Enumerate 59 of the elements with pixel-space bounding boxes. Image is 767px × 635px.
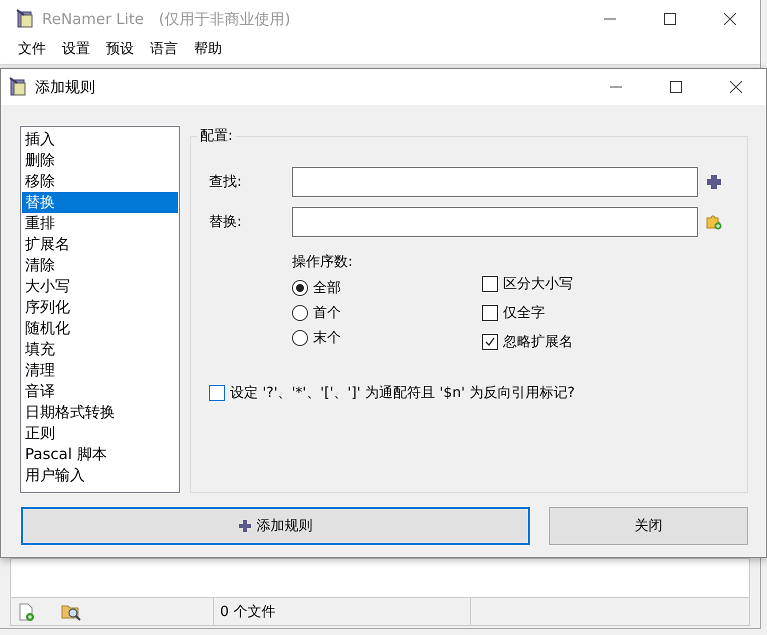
rule-item[interactable]: Pascal 脚本 <box>22 444 178 465</box>
check-icon <box>484 336 496 348</box>
section-label: 操作序数: <box>292 253 354 271</box>
rule-item[interactable]: 用户输入 <box>22 465 178 486</box>
rule-item[interactable]: 移除 <box>22 171 178 192</box>
close-button[interactable]: 关闭 <box>549 507 748 545</box>
rule-item[interactable]: 随机化 <box>22 318 178 339</box>
rule-item[interactable]: 扩展名 <box>22 234 178 255</box>
menu-item[interactable]: 语言 <box>142 38 186 64</box>
dialog-title: 添加规则 <box>35 78 96 96</box>
checkbox-label: 忽略扩展名 <box>503 332 573 350</box>
checkbox[interactable] <box>209 384 225 400</box>
maximize-icon[interactable] <box>664 13 676 25</box>
checkbox-label: 区分大小写 <box>503 274 573 292</box>
radio-label: 首个 <box>313 304 341 322</box>
input-field[interactable] <box>292 207 698 237</box>
rule-item[interactable]: 清除 <box>22 255 178 276</box>
checkbox[interactable] <box>482 304 498 320</box>
checkbox[interactable] <box>482 334 498 350</box>
rule-item[interactable]: 音译 <box>22 381 178 402</box>
add-file-icon[interactable] <box>17 602 35 620</box>
menu-item[interactable]: 帮助 <box>186 38 230 64</box>
window-title: ReNamer Lite (仅用于非商业使用) <box>42 10 292 28</box>
checkbox[interactable] <box>482 276 498 292</box>
rule-item[interactable]: 清理 <box>22 360 178 381</box>
field-label: 查找: <box>209 173 243 191</box>
rule-item[interactable]: 删除 <box>22 150 178 171</box>
rule-item[interactable]: 重排 <box>22 213 178 234</box>
radio-button[interactable] <box>292 330 308 346</box>
rule-item[interactable]: 插入 <box>22 129 178 150</box>
rule-item[interactable]: 日期格式转换 <box>22 402 178 423</box>
close-icon[interactable] <box>730 81 742 93</box>
close-icon[interactable] <box>724 13 736 25</box>
folder-search-icon[interactable] <box>61 602 81 620</box>
input-field[interactable] <box>292 167 698 197</box>
menu-item[interactable]: 设置 <box>54 38 98 64</box>
rule-item[interactable]: 填充 <box>22 339 178 360</box>
radio-label: 末个 <box>313 328 341 346</box>
app-icon <box>9 77 27 97</box>
rule-item[interactable]: 大小写 <box>22 276 178 297</box>
radio-button[interactable] <box>292 304 308 320</box>
app-icon <box>16 9 34 29</box>
radio-label: 全部 <box>313 278 341 296</box>
menu-item[interactable]: 文件 <box>10 38 54 64</box>
field-label: 替换: <box>209 213 243 231</box>
rule-item[interactable]: 序列化 <box>22 297 178 318</box>
rule-item[interactable]: 正则 <box>22 423 178 444</box>
plus-icon[interactable] <box>706 174 722 190</box>
add-rule-button[interactable]: 添加规则 <box>21 507 530 545</box>
radio-button[interactable] <box>292 280 308 296</box>
menu-item[interactable]: 预设 <box>98 38 142 64</box>
puzzle-add-icon[interactable] <box>706 214 722 230</box>
maximize-icon[interactable] <box>670 81 682 93</box>
rule-item[interactable]: 替换 <box>22 192 178 213</box>
checkbox-label: 仅全字 <box>503 304 545 322</box>
group-label: 配置: <box>197 127 236 145</box>
plus-icon <box>238 520 250 532</box>
checkbox-label: 设定 '?'、'*'、'['、']' 为通配符且 '$n' 为反向引用标记? <box>230 384 575 402</box>
file-count: 0 个文件 <box>220 602 276 620</box>
